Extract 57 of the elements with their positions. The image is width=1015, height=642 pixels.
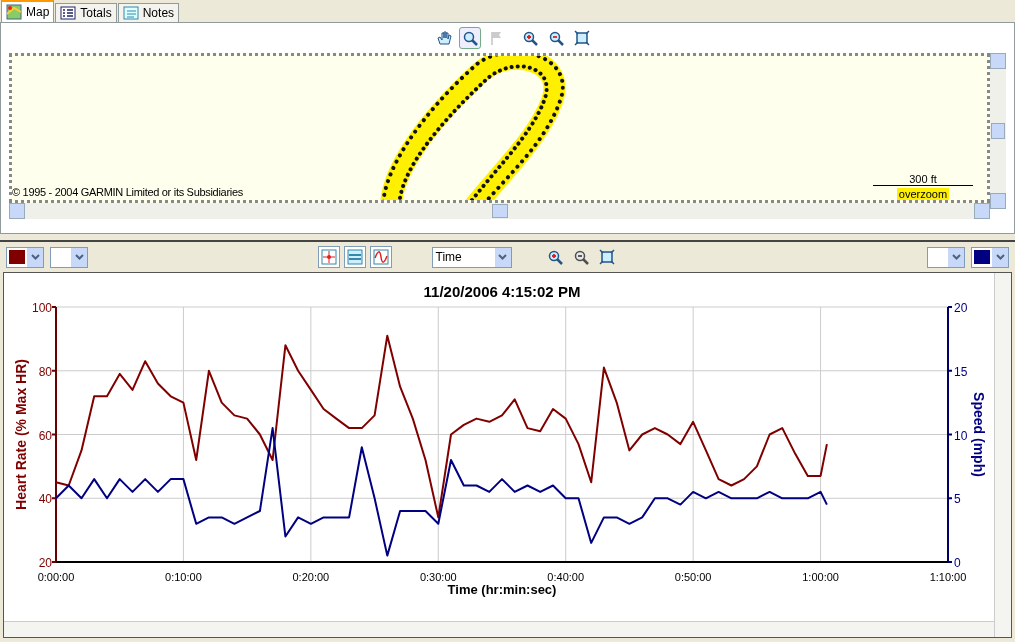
y-tick-label: 5	[954, 492, 961, 507]
crosshair-icon	[320, 249, 337, 265]
y-tick-label: 20	[38, 556, 52, 570]
y-tick-label: 60	[38, 428, 52, 443]
x-tick-label: 0:50:00	[674, 571, 712, 583]
tool-button[interactable]	[458, 27, 481, 49]
horizontal-scrollbar[interactable]	[9, 203, 990, 219]
stripes-icon	[346, 249, 363, 265]
color-picker[interactable]	[6, 246, 44, 268]
color-picker[interactable]	[971, 246, 1009, 268]
chart-title: 11/20/2006 4:15:02 PM	[423, 283, 581, 300]
tab[interactable]: Totals	[55, 3, 117, 22]
x-axis-select[interactable]: Time	[431, 246, 512, 268]
scroll-thumb[interactable]	[991, 123, 1005, 139]
y-tick-label: 0	[954, 556, 961, 570]
zoom-note: overzoom	[896, 188, 950, 200]
chart-mode-button[interactable]	[343, 246, 366, 268]
vertical-scrollbar[interactable]	[990, 53, 1006, 209]
vertical-scrollbar[interactable]	[994, 273, 1011, 637]
x-tick-label: 0:30:00	[419, 571, 457, 583]
chart-mode-button[interactable]	[317, 246, 340, 268]
y-tick-label: 40	[38, 492, 52, 507]
color-picker[interactable]	[927, 246, 965, 268]
y-tick-label: 10	[954, 428, 968, 443]
x-tick-label: 0:00:00	[37, 571, 75, 583]
zoom-out-icon	[547, 30, 564, 46]
wave-icon	[372, 249, 389, 265]
x-tick-label: 1:10:00	[929, 571, 967, 583]
x-axis-title: Time (hr:min:sec)	[447, 582, 557, 597]
scroll-thumb[interactable]	[491, 204, 508, 218]
zoom-in-icon	[521, 30, 538, 46]
y-tick-label: 15	[954, 364, 968, 379]
hand-icon	[435, 30, 452, 46]
y-tick-label: 100	[31, 301, 52, 315]
horizontal-scrollbar[interactable]	[4, 621, 994, 637]
y-axis-title: Speed (mph)	[971, 392, 987, 477]
table-icon	[60, 5, 77, 21]
map-canvas[interactable]: © 1995 - 2004 GARMIN Limited or its Subsidiaries 300 ft overzoom	[9, 53, 990, 203]
magnifier-icon	[461, 30, 478, 46]
map-icon	[6, 4, 22, 20]
y-tick-label: 20	[954, 301, 968, 315]
zoom-out-icon	[572, 249, 589, 265]
chart-mode-button[interactable]	[369, 246, 392, 268]
x-tick-label: 1:00:00	[802, 571, 839, 583]
color-picker[interactable]	[50, 246, 88, 268]
x-tick-label: 0:20:00	[292, 571, 330, 583]
x-tick-label: 0:10:00	[165, 571, 202, 583]
fit-to-window-icon	[598, 249, 615, 265]
fit-to-window-icon	[573, 30, 590, 46]
scale-bar: 300 ft	[873, 173, 973, 186]
zoom-in-icon	[546, 249, 563, 265]
y-axis-title: Heart Rate (% Max HR)	[13, 359, 29, 510]
y-tick-label: 80	[38, 364, 52, 379]
tab[interactable]: Notes	[117, 3, 180, 22]
tab[interactable]: Map	[1, 0, 55, 22]
x-tick-label: 0:40:00	[547, 571, 585, 583]
notepad-icon	[122, 5, 139, 21]
